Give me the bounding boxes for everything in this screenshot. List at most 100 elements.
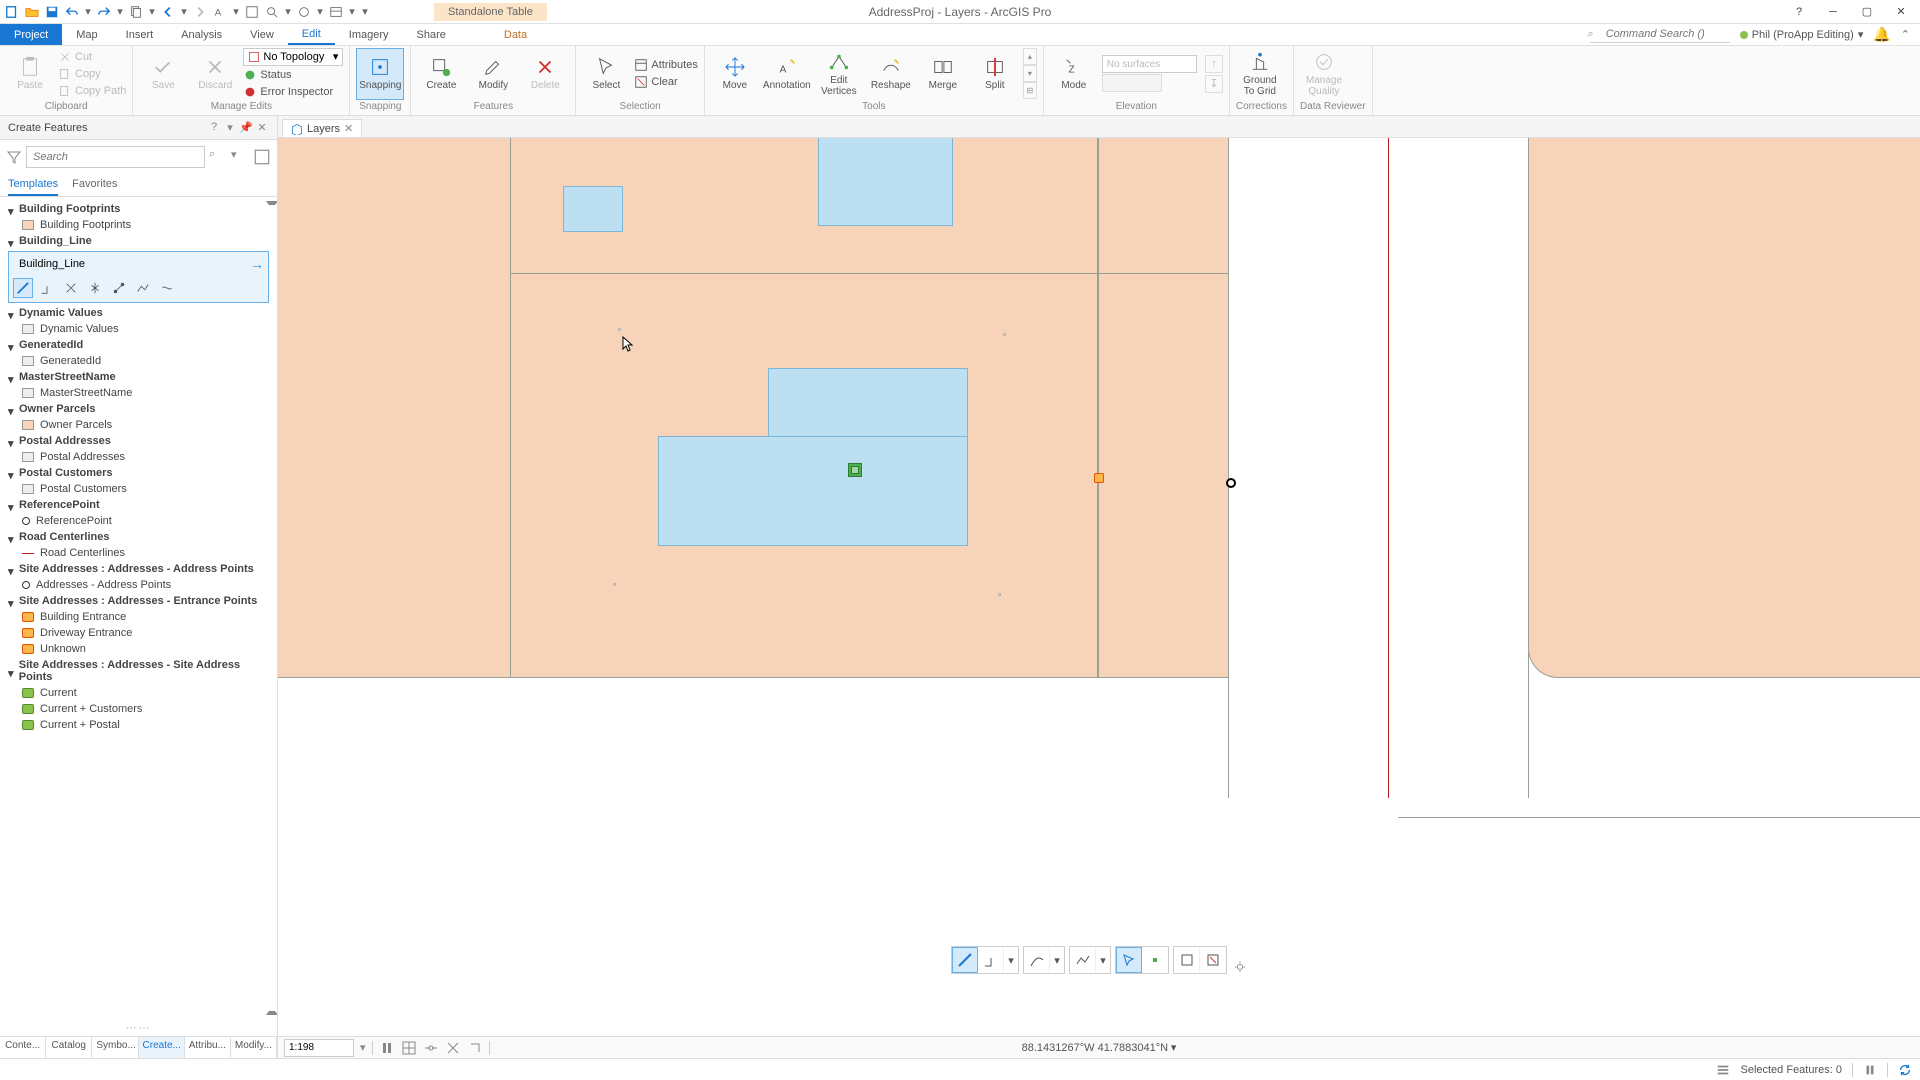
tab-share[interactable]: Share	[403, 24, 460, 45]
template-item[interactable]: Current + Customers	[0, 701, 277, 717]
map-tab-layers[interactable]: Layers ✕	[282, 119, 362, 137]
split-tool-button[interactable]: Split	[971, 48, 1019, 100]
line-tool-icon[interactable]	[952, 947, 978, 973]
line-tool-icon[interactable]	[13, 278, 33, 298]
tab-imagery[interactable]: Imagery	[335, 24, 403, 45]
notifications-icon[interactable]: 🔔	[1873, 26, 1890, 43]
arc-tool-icon[interactable]	[1024, 947, 1050, 973]
template-item[interactable]: MasterStreetName	[0, 385, 277, 401]
qa-zoom-extent-icon[interactable]	[244, 4, 260, 20]
template-group-header[interactable]: ▾Road Centerlines	[0, 529, 277, 545]
elevation-mode-button[interactable]: ZMode	[1050, 48, 1098, 100]
help-icon[interactable]: ?	[1784, 2, 1814, 22]
gallery-up-icon[interactable]: ▴	[1023, 48, 1037, 65]
template-item[interactable]: Unknown	[0, 641, 277, 657]
qa-copy-icon[interactable]	[128, 4, 144, 20]
building-feature[interactable]	[768, 368, 968, 438]
template-group-header[interactable]: ▾Dynamic Values	[0, 305, 277, 321]
coordinates-display[interactable]: 88.1431267°W 41.7883041°N ▾	[1022, 1041, 1177, 1054]
qa-table-dropdown-icon[interactable]: ▾	[348, 4, 356, 20]
pane-options-icon[interactable]: ▾	[223, 121, 237, 134]
tab-data[interactable]: Data	[490, 24, 541, 45]
template-group-header[interactable]: ▾Building_Line	[0, 233, 277, 249]
nav-pause-icon[interactable]	[379, 1040, 395, 1056]
redo-icon[interactable]	[96, 4, 112, 20]
parcel-feature[interactable]	[1528, 138, 1920, 678]
elev-btn-up[interactable]: ↑	[1205, 55, 1223, 73]
pane-bottom-tab[interactable]: Modify...	[231, 1037, 277, 1058]
address-point[interactable]	[998, 593, 1001, 596]
template-item[interactable]: Addresses - Address Points	[0, 577, 277, 593]
pane-bottom-tab[interactable]: Catalog	[46, 1037, 92, 1058]
refresh-icon[interactable]	[1898, 1063, 1912, 1077]
pane-bottom-tab[interactable]: Attribu...	[185, 1037, 231, 1058]
move-tool-button[interactable]: Move	[711, 48, 759, 100]
subtab-templates[interactable]: Templates	[8, 174, 58, 196]
tab-map[interactable]: Map	[62, 24, 111, 45]
snapping-button[interactable]: Snapping	[356, 48, 404, 100]
search-dropdown-icon[interactable]: ▾	[231, 148, 249, 166]
delete-features-button[interactable]: Delete	[521, 48, 569, 100]
right-angle-tool-icon[interactable]	[37, 278, 57, 298]
template-group-header[interactable]: ▾Postal Addresses	[0, 433, 277, 449]
template-group-header[interactable]: ▾MasterStreetName	[0, 369, 277, 385]
template-group-header[interactable]: ▾Owner Parcels	[0, 401, 277, 417]
vertex-add-icon[interactable]	[1142, 947, 1168, 973]
template-item[interactable]: Road Centerlines	[0, 545, 277, 561]
template-group-header[interactable]: ▾GeneratedId	[0, 337, 277, 353]
open-project-icon[interactable]	[24, 4, 40, 20]
paste-button[interactable]: Paste	[6, 48, 54, 100]
attributes-button[interactable]: Attributes	[634, 57, 697, 73]
topology-combo[interactable]: No Topology▾	[243, 48, 343, 66]
entrance-point[interactable]	[1094, 473, 1104, 483]
template-item[interactable]: Owner Parcels	[0, 417, 277, 433]
template-group-header[interactable]: ▾ReferencePoint	[0, 497, 277, 513]
pane-help-icon[interactable]: ?	[207, 121, 221, 134]
ground-to-grid-button[interactable]: Ground To Grid	[1236, 48, 1284, 100]
constraints-icon[interactable]	[423, 1040, 439, 1056]
gallery-more-icon[interactable]: ⊟	[1023, 82, 1037, 99]
minimize-icon[interactable]: ─	[1818, 2, 1848, 22]
error-inspector-button[interactable]: Error Inspector	[243, 84, 343, 100]
qa-explore-icon[interactable]	[296, 4, 312, 20]
qa-search-dropdown-icon[interactable]: ▾	[284, 4, 292, 20]
tools-gallery-arrows[interactable]: ▴▾⊟	[1023, 48, 1037, 99]
user-menu[interactable]: Phil (ProApp Editing) ▾	[1740, 28, 1864, 41]
qa-explore-dropdown-icon[interactable]: ▾	[316, 4, 324, 20]
dynamic-constraints-icon[interactable]	[467, 1040, 483, 1056]
template-open-icon[interactable]: →	[250, 256, 264, 272]
template-item[interactable]: ReferencePoint	[0, 513, 277, 529]
tab-analysis[interactable]: Analysis	[167, 24, 236, 45]
template-item[interactable]: Dynamic Values	[0, 321, 277, 337]
two-point-tool-icon[interactable]	[109, 278, 129, 298]
elev-btn-get[interactable]: ↧	[1205, 75, 1223, 93]
selected-features-label[interactable]: Selected Features: 0	[1740, 1064, 1842, 1076]
template-group-header[interactable]: ▾Site Addresses : Addresses - Address Po…	[0, 561, 277, 577]
address-point[interactable]	[618, 328, 621, 331]
building-feature[interactable]	[563, 186, 623, 232]
template-item[interactable]: Current + Postal	[0, 717, 277, 733]
trace-dropdown-icon[interactable]: ▾	[1096, 947, 1110, 973]
vertex-select-icon[interactable]	[1116, 947, 1142, 973]
template-group-header[interactable]: ▾Site Addresses : Addresses - Entrance P…	[0, 593, 277, 609]
merge-tool-button[interactable]: Merge	[919, 48, 967, 100]
ribbon-collapse-icon[interactable]: ⌃	[1901, 28, 1910, 41]
template-item[interactable]: Building Entrance	[0, 609, 277, 625]
new-project-icon[interactable]	[4, 4, 20, 20]
qa-customize-icon[interactable]: ▾	[360, 4, 370, 20]
map-canvas[interactable]: ▾ ▾ ▾	[278, 138, 1920, 1018]
status-pause-icon[interactable]	[1863, 1063, 1877, 1077]
cancel-sketch-icon[interactable]	[1200, 947, 1226, 973]
qa-table-icon[interactable]	[328, 4, 344, 20]
address-point[interactable]	[613, 583, 616, 586]
qa-search-icon[interactable]	[264, 4, 280, 20]
qa-copy-dropdown-icon[interactable]: ▾	[148, 4, 156, 20]
surfaces-combo[interactable]	[1102, 55, 1197, 73]
address-point[interactable]	[1003, 333, 1006, 336]
template-item[interactable]: Postal Customers	[0, 481, 277, 497]
forward-icon[interactable]	[192, 4, 208, 20]
building-feature[interactable]	[818, 138, 953, 226]
elevation-value[interactable]	[1102, 74, 1162, 92]
corrections-icon[interactable]	[445, 1040, 461, 1056]
radial-tool-icon[interactable]	[85, 278, 105, 298]
